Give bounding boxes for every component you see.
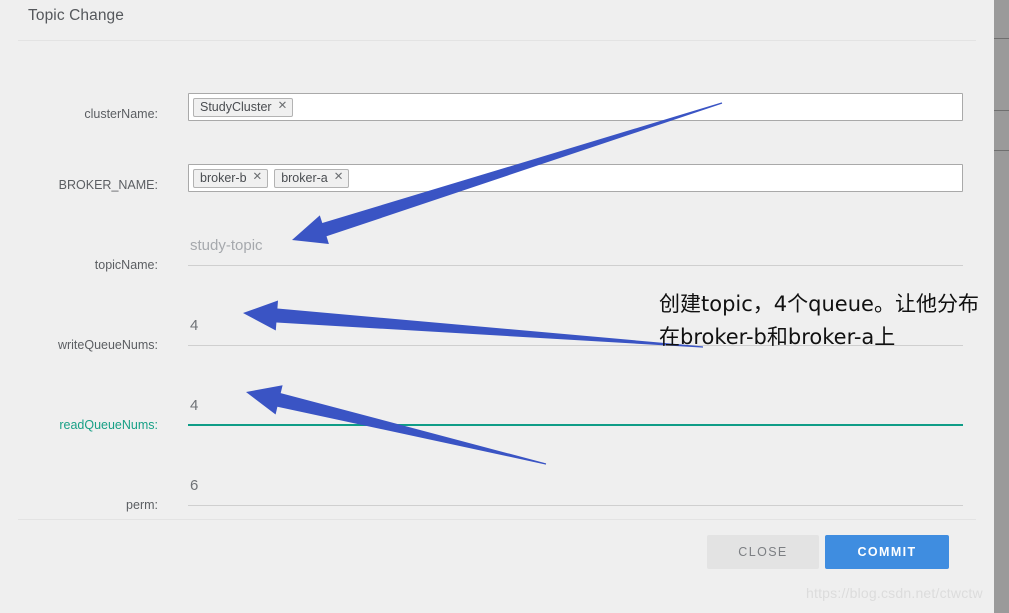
chip-input-field[interactable]: broker-b ✕ broker-a ✕ <box>188 164 963 192</box>
field-label: topicName: <box>94 258 158 272</box>
close-icon[interactable]: ✕ <box>334 172 344 184</box>
field-underline <box>188 505 963 506</box>
field-underline <box>188 345 963 346</box>
screen-root: Topic Change clusterName: StudyCluster ✕ BR… <box>0 0 1009 613</box>
field-underline <box>188 265 963 266</box>
chip-token[interactable]: broker-a ✕ <box>274 168 350 188</box>
form-row: BROKER_NAME: broker-b ✕ broker-a ✕ <box>0 156 994 200</box>
footer-divider <box>18 519 976 520</box>
chip-token[interactable]: broker-b ✕ <box>193 168 269 188</box>
form-row: writeQueueNums: 4 <box>0 308 994 352</box>
underline-input-field[interactable]: 4 <box>188 394 963 426</box>
chip-label: broker-a <box>281 170 328 185</box>
topic-form: clusterName: StudyCluster ✕ BROKER_NAME: bro… <box>0 40 994 519</box>
field-underline <box>188 424 963 426</box>
watermark-text: https://blog.csdn.net/ctwctw <box>806 585 983 601</box>
form-row: readQueueNums: 4 <box>0 388 994 432</box>
underline-input-field[interactable]: study-topic <box>188 234 963 266</box>
underline-input-field[interactable]: 4 <box>188 314 963 346</box>
close-button[interactable]: CLOSE <box>707 535 819 569</box>
field-label: perm: <box>126 498 158 512</box>
form-row: perm: 6 <box>0 468 994 512</box>
field-label: clusterName: <box>84 107 158 121</box>
chip-label: broker-b <box>200 170 247 185</box>
close-icon[interactable]: ✕ <box>253 172 263 184</box>
commit-button[interactable]: COMMIT <box>825 535 949 569</box>
rail-divider <box>994 38 1009 39</box>
field-label: readQueueNums: <box>59 418 158 432</box>
field-label: writeQueueNums: <box>57 338 158 352</box>
topic-change-dialog: Topic Change clusterName: StudyCluster ✕ BR… <box>0 0 994 613</box>
field-label: BROKER_NAME: <box>58 178 158 192</box>
chip-token[interactable]: StudyCluster ✕ <box>193 97 294 117</box>
field-value: 4 <box>190 317 199 334</box>
underline-input-field[interactable]: 6 <box>188 474 963 506</box>
field-value: 4 <box>190 397 199 414</box>
form-row: topicName: study-topic <box>0 228 994 272</box>
close-icon[interactable]: ✕ <box>278 101 288 113</box>
right-side-rail[interactable] <box>994 0 1009 613</box>
field-value: study-topic <box>190 237 263 254</box>
field-value: 6 <box>190 477 199 494</box>
rail-divider <box>994 150 1009 151</box>
rail-divider <box>994 110 1009 111</box>
chip-label: StudyCluster <box>200 99 272 114</box>
chip-input-field[interactable]: StudyCluster ✕ <box>188 93 963 121</box>
dialog-title: Topic Change <box>28 7 124 24</box>
form-row: clusterName: StudyCluster ✕ <box>0 85 994 129</box>
